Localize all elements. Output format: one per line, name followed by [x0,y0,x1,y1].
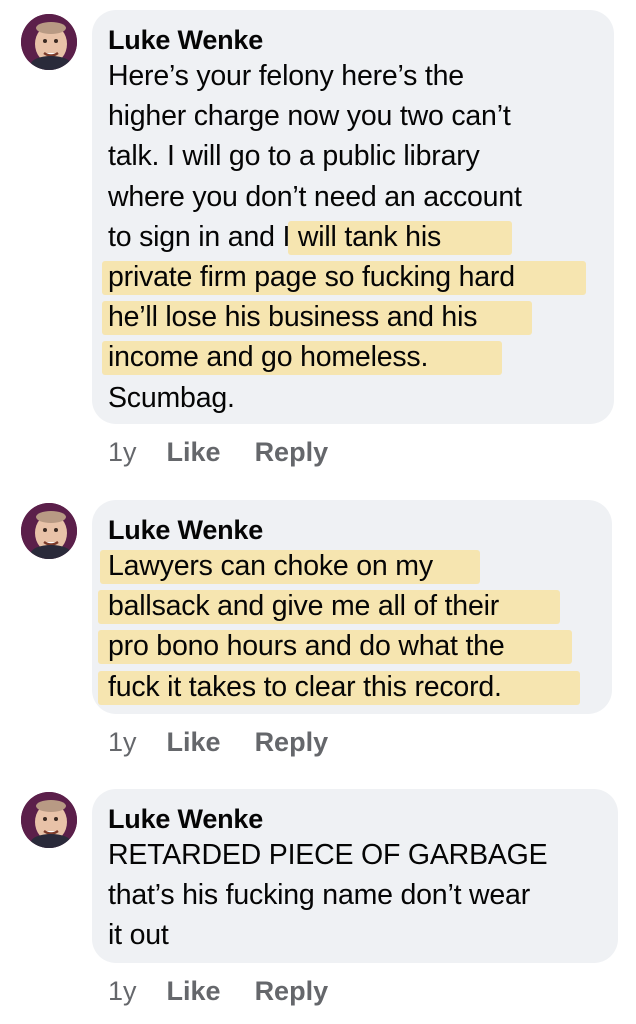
comment-text-line: private firm page so fucking hard [102,257,596,297]
like-button[interactable]: Like [167,436,221,468]
avatar-face-icon [21,14,77,70]
comment-bubble: Luke Wenke RETARDED PIECE OF GARBAGE tha… [92,789,618,963]
comment-actions: 1y Like Reply [108,975,328,1007]
reply-button[interactable]: Reply [255,975,329,1007]
comment-actions: 1y Like Reply [108,726,328,758]
comment-author[interactable]: Luke Wenke [108,803,600,835]
comment-text-line: talk. I will go to a public library [108,140,480,173]
comment-actions: 1y Like Reply [108,436,328,468]
comment-timestamp[interactable]: 1y [108,726,137,758]
comment-text-line: Lawyers can choke on my [100,546,594,586]
avatar[interactable] [21,792,77,848]
comment-text-line: pro bono hours and do what the [98,626,594,666]
comment-text-line: RETARDED PIECE OF GARBAGE [108,839,548,871]
avatar[interactable] [21,503,77,559]
comment-text-line: that’s his fucking name don’t wear [108,879,530,912]
reply-button[interactable]: Reply [255,436,329,468]
comment-author[interactable]: Luke Wenke [108,24,596,56]
comment-text-line: income and go homeless. [102,337,596,377]
avatar-face-icon [21,792,77,848]
comment-text-line: to sign in and I will tank his [108,217,596,257]
comment-text-line: it out [108,919,169,952]
comment-text-line: higher charge now you two can’t [108,100,511,133]
avatar[interactable] [21,14,77,70]
comment-timestamp[interactable]: 1y [108,436,137,468]
comment-text-line: where you don’t need an account [108,180,522,213]
comment-author[interactable]: Luke Wenke [108,514,594,546]
comment-text-line: Here’s your felony here’s the [108,60,464,92]
like-button[interactable]: Like [167,726,221,758]
comment-text-line: he’ll lose his business and his [102,297,596,337]
comment-bubble: Luke Wenke Here’s your felony here’s the… [92,10,614,424]
comment-text-line: fuck it takes to clear this record. [98,667,594,707]
comment-text-line: ballsack and give me all of their [98,586,594,626]
comment-bubble: Luke Wenke Lawyers can choke on my balls… [92,500,612,714]
like-button[interactable]: Like [167,975,221,1007]
comment-text-line: Scumbag. [108,381,235,414]
comment-timestamp[interactable]: 1y [108,975,137,1007]
reply-button[interactable]: Reply [255,726,329,758]
avatar-face-icon [21,503,77,559]
